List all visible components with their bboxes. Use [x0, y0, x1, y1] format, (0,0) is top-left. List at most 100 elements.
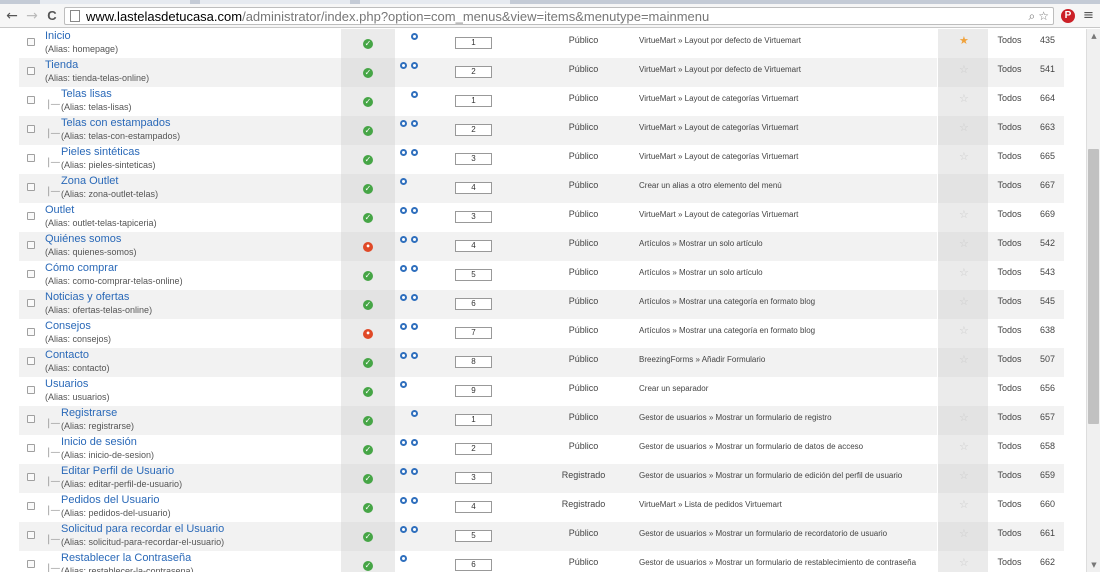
ordering-input[interactable]: 4	[455, 501, 492, 513]
scroll-thumb[interactable]	[1088, 149, 1099, 424]
home-toggle-icon[interactable]	[400, 323, 407, 330]
menu-item-title-link[interactable]: Pedidos del Usuario	[61, 494, 159, 506]
default-star-icon[interactable]: ☆	[959, 295, 969, 308]
default-star-icon[interactable]: ☆	[959, 237, 969, 250]
menu-item-title-link[interactable]: Tienda	[45, 59, 78, 71]
published-check-icon[interactable]: ✓	[363, 561, 373, 571]
home-toggle-icon[interactable]	[400, 62, 407, 69]
row-checkbox[interactable]	[27, 386, 35, 394]
menu-item-title-link[interactable]: Noticias y ofertas	[45, 291, 129, 303]
default-star-icon[interactable]: ☆	[959, 353, 969, 366]
home-toggle-icon[interactable]	[400, 381, 407, 388]
row-checkbox[interactable]	[27, 560, 35, 568]
row-checkbox[interactable]	[27, 328, 35, 336]
row-checkbox[interactable]	[27, 473, 35, 481]
bookmark-star-icon[interactable]: ☆	[1038, 9, 1049, 23]
home-toggle-icon[interactable]	[400, 555, 407, 562]
ordering-input[interactable]: 3	[455, 153, 492, 165]
published-check-icon[interactable]: ✓	[363, 416, 373, 426]
unpublished-icon[interactable]: •	[363, 329, 373, 339]
default-star-icon[interactable]: ★	[959, 34, 969, 47]
row-checkbox[interactable]	[27, 96, 35, 104]
menu-item-title-link[interactable]: Zona Outlet	[61, 175, 118, 187]
scrollbar[interactable]: ▲ ▼	[1086, 29, 1100, 572]
ordering-input[interactable]: 4	[455, 182, 492, 194]
home-toggle-icon[interactable]	[400, 120, 407, 127]
published-check-icon[interactable]: ✓	[363, 97, 373, 107]
home-toggle-icon[interactable]	[400, 439, 407, 446]
menu-item-title-link[interactable]: Registrarse	[61, 407, 117, 419]
ordering-input[interactable]: 8	[455, 356, 492, 368]
published-check-icon[interactable]: ✓	[363, 474, 373, 484]
ordering-input[interactable]: 1	[455, 95, 492, 107]
row-checkbox[interactable]	[27, 357, 35, 365]
forward-icon[interactable]: →	[24, 6, 40, 26]
menu-item-title-link[interactable]: Telas lisas	[61, 88, 112, 100]
published-check-icon[interactable]: ✓	[363, 503, 373, 513]
back-icon[interactable]: ←	[4, 6, 20, 26]
home-toggle-icon[interactable]	[411, 33, 418, 40]
ordering-input[interactable]: 7	[455, 327, 492, 339]
home-toggle-icon[interactable]	[400, 352, 407, 359]
default-star-icon[interactable]: ☆	[959, 150, 969, 163]
menu-item-title-link[interactable]: Inicio de sesión	[61, 436, 137, 448]
home-toggle-icon[interactable]	[400, 497, 407, 504]
default-star-icon[interactable]: ☆	[959, 440, 969, 453]
ordering-input[interactable]: 2	[455, 124, 492, 136]
ordering-input[interactable]: 4	[455, 240, 492, 252]
home-toggle-icon[interactable]	[400, 207, 407, 214]
ordering-input[interactable]: 2	[455, 66, 492, 78]
menu-item-title-link[interactable]: Telas con estampados	[61, 117, 170, 129]
home-toggle-icon[interactable]	[411, 468, 418, 475]
default-star-icon[interactable]: ☆	[959, 63, 969, 76]
ordering-input[interactable]: 5	[455, 269, 492, 281]
published-check-icon[interactable]: ✓	[363, 213, 373, 223]
zoom-icon[interactable]: ⌕	[1029, 9, 1036, 24]
home-toggle-icon[interactable]	[411, 294, 418, 301]
published-check-icon[interactable]: ✓	[363, 445, 373, 455]
home-toggle-icon[interactable]	[400, 178, 407, 185]
home-toggle-icon[interactable]	[411, 91, 418, 98]
row-checkbox[interactable]	[27, 415, 35, 423]
row-checkbox[interactable]	[27, 531, 35, 539]
default-star-icon[interactable]: ☆	[959, 266, 969, 279]
menu-item-title-link[interactable]: Contacto	[45, 349, 89, 361]
home-toggle-icon[interactable]	[400, 526, 407, 533]
home-toggle-icon[interactable]	[411, 526, 418, 533]
default-star-icon[interactable]: ☆	[959, 208, 969, 221]
default-star-icon[interactable]: ☆	[959, 498, 969, 511]
home-toggle-icon[interactable]	[411, 120, 418, 127]
published-check-icon[interactable]: ✓	[363, 387, 373, 397]
ordering-input[interactable]: 6	[455, 298, 492, 310]
home-toggle-icon[interactable]	[411, 410, 418, 417]
ordering-input[interactable]: 6	[455, 559, 492, 571]
default-star-icon[interactable]: ☆	[959, 556, 969, 569]
menu-item-title-link[interactable]: Pieles sintéticas	[61, 146, 140, 158]
home-toggle-icon[interactable]	[411, 236, 418, 243]
published-check-icon[interactable]: ✓	[363, 68, 373, 78]
default-star-icon[interactable]: ☆	[959, 324, 969, 337]
ordering-input[interactable]: 1	[455, 37, 492, 49]
menu-item-title-link[interactable]: Inicio	[45, 30, 71, 42]
default-star-icon[interactable]: ☆	[959, 527, 969, 540]
row-checkbox[interactable]	[27, 67, 35, 75]
home-toggle-icon[interactable]	[411, 352, 418, 359]
row-checkbox[interactable]	[27, 270, 35, 278]
ordering-input[interactable]: 3	[455, 211, 492, 223]
published-check-icon[interactable]: ✓	[363, 532, 373, 542]
home-toggle-icon[interactable]	[411, 207, 418, 214]
address-bar[interactable]: www.lastelasdetucasa.com/administrator/i…	[64, 7, 1054, 25]
home-toggle-icon[interactable]	[411, 497, 418, 504]
scroll-up-icon[interactable]: ▲	[1087, 29, 1100, 43]
reload-icon[interactable]: C	[44, 6, 60, 26]
row-checkbox[interactable]	[27, 502, 35, 510]
row-checkbox[interactable]	[27, 241, 35, 249]
row-checkbox[interactable]	[27, 299, 35, 307]
default-star-icon[interactable]: ☆	[959, 92, 969, 105]
default-star-icon[interactable]: ☆	[959, 121, 969, 134]
menu-item-title-link[interactable]: Quiénes somos	[45, 233, 121, 245]
home-toggle-icon[interactable]	[411, 149, 418, 156]
home-toggle-icon[interactable]	[411, 62, 418, 69]
row-checkbox[interactable]	[27, 444, 35, 452]
unpublished-icon[interactable]: •	[363, 242, 373, 252]
